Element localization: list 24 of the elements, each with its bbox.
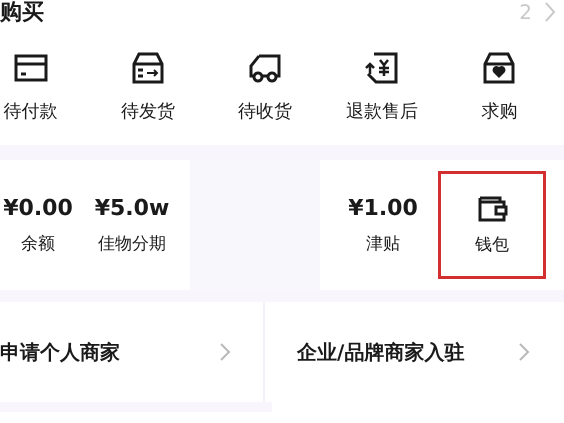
balance-label: 佳物分期 bbox=[98, 233, 166, 255]
amount-text: ¥1.00 bbox=[348, 195, 418, 223]
merchant-entry[interactable]: 企业/品牌商家入驻 bbox=[265, 302, 564, 402]
box-icon bbox=[130, 50, 166, 86]
balance-label: 余额 bbox=[21, 233, 55, 255]
order-status-button[interactable]: 退款售后 bbox=[324, 26, 441, 145]
wallet-icon bbox=[476, 194, 508, 224]
order-status-button[interactable]: 待收货 bbox=[206, 26, 324, 145]
refund-icon bbox=[364, 50, 400, 86]
order-status-button[interactable]: 待付款 bbox=[0, 26, 90, 145]
balance-label: 钱包 bbox=[475, 234, 509, 256]
balance-label: 津贴 bbox=[366, 233, 400, 255]
balance-item[interactable]: ¥0.00 余额 bbox=[0, 184, 76, 266]
balance-item[interactable]: ¥5.0w 佳物分期 bbox=[92, 184, 172, 266]
chevron-right-icon[interactable] bbox=[544, 1, 556, 23]
amount-text: ¥0.00 bbox=[3, 195, 73, 223]
chevron-right-icon bbox=[219, 342, 231, 362]
order-status-button[interactable]: 待发货 bbox=[89, 26, 206, 145]
chevron-right-icon bbox=[518, 342, 530, 362]
wallet-button[interactable]: 钱包 bbox=[438, 171, 546, 279]
balance-item[interactable]: ¥1.00 津贴 bbox=[345, 184, 421, 266]
amount-text: ¥5.0w bbox=[94, 195, 170, 223]
heart-box-icon bbox=[481, 50, 518, 86]
order-status-button[interactable]: 求购 bbox=[440, 26, 558, 145]
